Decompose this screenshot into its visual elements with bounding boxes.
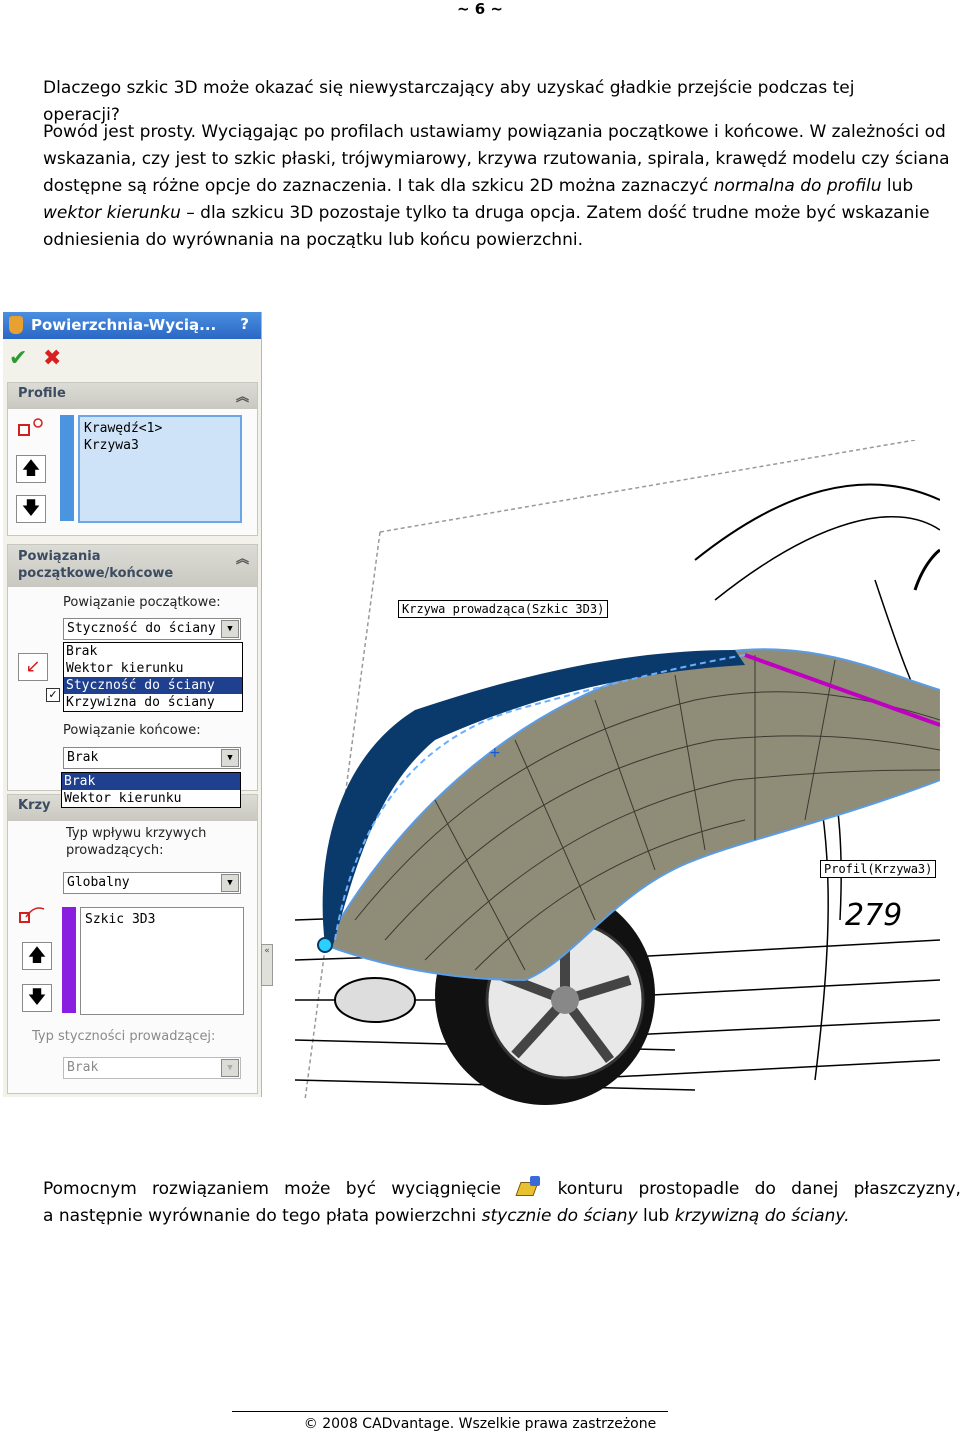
word: Pomocnym bbox=[43, 1179, 137, 1199]
word: rozwiązaniem bbox=[152, 1179, 269, 1199]
tangency-label: Typ styczności prowadzącej: bbox=[32, 1029, 216, 1044]
extrude-icon bbox=[515, 1176, 542, 1198]
word: konturu bbox=[557, 1179, 624, 1199]
plate-number: 279 bbox=[845, 898, 902, 933]
paragraph-2: Pomocnym rozwiązaniem może być wyciągnię… bbox=[43, 1176, 960, 1230]
collapse-icon[interactable]: ︽ bbox=[236, 386, 249, 405]
paragraph-1: Powód jest prosty. Wyciągając po profila… bbox=[43, 119, 955, 254]
cancel-x-icon[interactable]: ✖ bbox=[43, 346, 61, 371]
p1-text-c: lub bbox=[881, 176, 914, 196]
arrow-up-icon: 🡅 bbox=[21, 458, 41, 479]
move-up-button[interactable]: 🡅 bbox=[16, 455, 46, 483]
p2-italic-curvature: krzywizną do ściany. bbox=[674, 1206, 850, 1226]
influence-label-line1: Typ wpływu krzywych bbox=[66, 826, 207, 841]
end-constraint-dropdown[interactable]: Brak Wektor kierunku bbox=[61, 772, 241, 808]
panel-title-bar: Powierzchnia-Wycią... ? bbox=[3, 312, 261, 339]
p1-italic-vector: wektor kierunku bbox=[43, 203, 181, 223]
word: może bbox=[284, 1179, 331, 1199]
p2-italic-tangent: stycznie do ściany bbox=[481, 1206, 638, 1226]
direction-arrow-icon: ↙ bbox=[25, 656, 41, 677]
dropdown-option[interactable]: Brak bbox=[64, 643, 242, 660]
wheel-hub bbox=[551, 986, 579, 1014]
dropdown-arrow-icon[interactable]: ▼ bbox=[221, 620, 239, 638]
p2-text-a: a następnie wyrównanie do tego płata pow… bbox=[43, 1206, 482, 1226]
paragraph-2-line1: Pomocnym rozwiązaniem może być wyciągnię… bbox=[43, 1176, 960, 1203]
profile-color-bar bbox=[60, 415, 74, 521]
dropdown-option[interactable]: Wektor kierunku bbox=[62, 790, 240, 807]
direction-button[interactable]: ↙ bbox=[18, 653, 48, 681]
panel-title: Powierzchnia-Wycią... bbox=[31, 316, 217, 334]
plate-text: 279 bbox=[845, 898, 902, 933]
word: wyciągnięcie bbox=[391, 1179, 501, 1199]
profile-header[interactable]: Profile ︽ bbox=[8, 383, 257, 409]
guide-item[interactable]: Szkic 3D3 bbox=[85, 911, 239, 928]
end-constraint-select[interactable]: Brak ▼ bbox=[63, 747, 241, 769]
arrow-down-icon: 🡇 bbox=[27, 987, 47, 1008]
influence-label: Typ wpływu krzywych prowadzących: bbox=[66, 825, 206, 859]
panel-collapse-handle[interactable]: « bbox=[261, 944, 273, 986]
guide-curves-header-label: Krzy bbox=[18, 798, 51, 813]
profile-item[interactable]: Krawędź<1> bbox=[84, 420, 236, 437]
influence-label-line2: prowadzących: bbox=[66, 843, 164, 858]
profile-icon bbox=[18, 418, 43, 436]
property-manager-panel: Powierzchnia-Wycią... ? ✔ ✖ Profile ︽ Kra… bbox=[3, 312, 262, 1097]
footer-copyright: © 2008 CADvantage. Wszelkie prawa zastrz… bbox=[303, 1416, 657, 1432]
end-constraint-label: Powiązanie końcowe: bbox=[63, 723, 201, 738]
dropdown-arrow-icon[interactable]: ▼ bbox=[221, 874, 239, 892]
start-constraint-value: Styczność do ściany bbox=[67, 621, 216, 636]
end-constraint-value: Brak bbox=[67, 750, 99, 765]
profile-list[interactable]: Krawędź<1> Krzywa3 bbox=[78, 415, 242, 523]
feature-icon bbox=[9, 316, 23, 334]
plus-marker-icon: + bbox=[489, 745, 501, 761]
dropdown-option-selected[interactable]: Styczność do ściany bbox=[64, 677, 242, 694]
tangency-value: Brak bbox=[67, 1060, 99, 1075]
influence-select[interactable]: Globalny ▼ bbox=[63, 872, 241, 894]
help-button[interactable]: ? bbox=[240, 315, 249, 333]
constraints-header[interactable]: Powiązania początkowe/końcowe ︽ bbox=[8, 545, 257, 587]
word: być bbox=[345, 1179, 376, 1199]
dropdown-arrow-icon[interactable]: ▼ bbox=[221, 749, 239, 767]
guide-curves-group: Krzy Typ wpływu krzywych prowadzących: G… bbox=[7, 794, 258, 1094]
guide-color-bar bbox=[62, 907, 76, 1013]
constraints-header-line2: początkowe/końcowe bbox=[18, 566, 174, 581]
guide-curve-icon bbox=[19, 907, 45, 923]
guide-move-up-button[interactable]: 🡅 bbox=[22, 942, 52, 970]
word: danej bbox=[791, 1179, 839, 1199]
move-down-button[interactable]: 🡇 bbox=[16, 495, 46, 523]
guide-move-down-button[interactable]: 🡇 bbox=[22, 984, 52, 1012]
dropdown-option-selected[interactable]: Brak bbox=[62, 773, 240, 790]
p1-italic-normal: normalna do profilu bbox=[713, 176, 882, 196]
constraints-header-line1: Powiązania bbox=[18, 549, 101, 564]
apply-checkbox[interactable]: ✓ bbox=[46, 688, 60, 702]
cad-viewport[interactable]: + 279 bbox=[275, 440, 940, 1105]
word: do bbox=[754, 1179, 776, 1199]
start-point-handle[interactable] bbox=[317, 937, 333, 953]
guide-curve-callout[interactable]: Krzywa prowadząca(Szkic 3D3) bbox=[398, 600, 609, 618]
guide-curves-list[interactable]: Szkic 3D3 bbox=[80, 907, 244, 1015]
footer-divider bbox=[232, 1411, 668, 1412]
start-constraint-dropdown[interactable]: Brak Wektor kierunku Styczność do ściany… bbox=[63, 642, 243, 712]
start-constraint-label: Powiązanie początkowe: bbox=[63, 595, 221, 610]
fog-light bbox=[334, 977, 416, 1023]
p2-text-c: lub bbox=[637, 1206, 675, 1226]
influence-value: Globalny bbox=[67, 875, 130, 890]
dropdown-option[interactable]: Krzywizna do ściany bbox=[64, 694, 242, 711]
dropdown-option[interactable]: Wektor kierunku bbox=[64, 660, 242, 677]
ok-check-icon[interactable]: ✔ bbox=[9, 346, 27, 371]
collapse-icon[interactable]: ︽ bbox=[236, 551, 249, 568]
word: płaszczyzny, bbox=[853, 1179, 960, 1199]
profile-callout[interactable]: Profil(Krzywa3) bbox=[820, 860, 937, 878]
profile-item[interactable]: Krzywa3 bbox=[84, 437, 236, 454]
dropdown-arrow-icon[interactable]: ▼ bbox=[221, 1059, 239, 1077]
tangency-select[interactable]: Brak ▼ bbox=[63, 1057, 241, 1079]
constraints-group: Powiązania początkowe/końcowe ︽ Powiązan… bbox=[7, 544, 258, 791]
page-number: ~ 6 ~ bbox=[456, 0, 504, 18]
arrow-up-icon: 🡅 bbox=[27, 945, 47, 966]
word: prostopadle bbox=[638, 1179, 740, 1199]
profile-header-label: Profile bbox=[18, 386, 66, 401]
start-constraint-select[interactable]: Styczność do ściany ▼ bbox=[63, 618, 241, 640]
profile-group: Profile ︽ Krawędź<1> Krzywa3 🡅 🡇 bbox=[7, 382, 258, 536]
paragraph-2-line2: a następnie wyrównanie do tego płata pow… bbox=[43, 1203, 960, 1230]
arrow-down-icon: 🡇 bbox=[21, 498, 41, 519]
